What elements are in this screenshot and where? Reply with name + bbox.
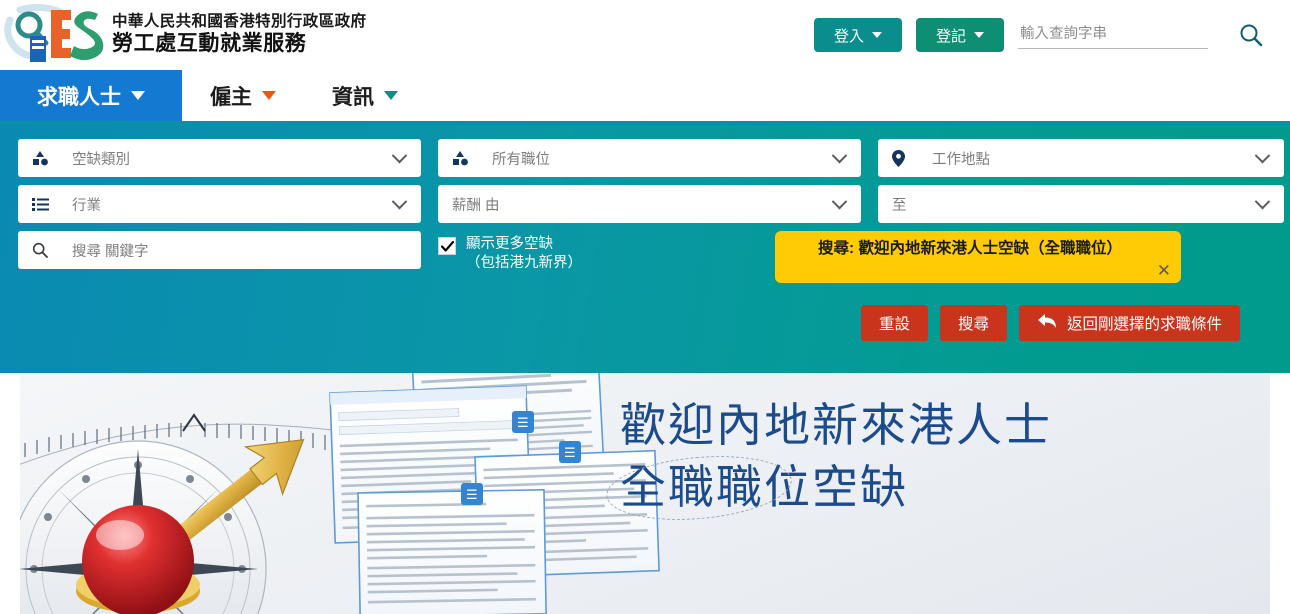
nav-item-information[interactable]: 資訊 bbox=[304, 70, 426, 121]
all-positions-value: 所有職位 bbox=[492, 151, 550, 168]
svg-text:☰: ☰ bbox=[517, 416, 529, 431]
nav-item-label: 資訊 bbox=[332, 85, 374, 109]
chevron-down-icon bbox=[1254, 147, 1271, 163]
arrow-back-icon bbox=[1037, 313, 1057, 334]
shapes-icon bbox=[32, 150, 58, 166]
more-vacancies-checkbox-wrap[interactable]: 顯示更多空缺 （包括港九新界） bbox=[438, 231, 758, 273]
all-positions-select[interactable]: 所有職位 bbox=[438, 139, 861, 177]
search-actions: 重設 搜尋 返回剛選擇的求職條件 bbox=[18, 305, 1262, 341]
chevron-down-icon bbox=[974, 32, 984, 38]
salary-to-select[interactable]: 至 bbox=[878, 185, 1284, 223]
chevron-down-icon bbox=[872, 32, 882, 38]
salary-from-value: 薪酬 由 bbox=[452, 197, 500, 214]
nav-item-jobseekers[interactable]: 求職人士 bbox=[0, 70, 182, 121]
list-icon bbox=[32, 197, 58, 211]
search-label: 搜尋 bbox=[957, 316, 989, 333]
promo-banner[interactable]: ☰ ☰ ☰ 歡迎內地新來港人士 全職職位空缺 bbox=[0, 373, 1290, 614]
banner-headline: 歡迎內地新來港人士 全職職位空缺 bbox=[603, 395, 1052, 527]
more-vacancies-label: 顯示更多空缺 bbox=[466, 236, 553, 252]
chevron-down-icon bbox=[391, 147, 408, 163]
site-header: 中華人民共和國香港特別行政區政府 勞工處互動就業服務 登入 登記 bbox=[0, 0, 1290, 70]
search-icon bbox=[32, 242, 58, 258]
svg-text:☰: ☰ bbox=[466, 488, 478, 503]
more-vacancies-labels: 顯示更多空缺 （包括港九新界） bbox=[466, 235, 582, 273]
reset-button[interactable]: 重設 bbox=[860, 305, 928, 341]
active-filter-tag[interactable]: 搜尋: 歡迎內地新來港人士空缺（全職職位） ✕ bbox=[775, 231, 1181, 283]
active-filter-tag-wrap: 搜尋: 歡迎內地新來港人士空缺（全職職位） ✕ bbox=[775, 231, 1262, 283]
work-location-value: 工作地點 bbox=[932, 151, 990, 168]
search-button[interactable]: 搜尋 bbox=[939, 305, 1007, 341]
page-root: 中華人民共和國香港特別行政區政府 勞工處互動就業服務 登入 登記 輸入查詢字串 … bbox=[0, 0, 1290, 614]
chevron-down-icon bbox=[391, 193, 408, 209]
salary-to-value: 至 bbox=[892, 197, 907, 214]
search-fields-grid: 空缺類別 所有職位 工作地點 行業 薪酬 由 至 bbox=[18, 139, 1284, 223]
close-icon[interactable]: ✕ bbox=[1157, 262, 1171, 279]
nav-item-employers[interactable]: 僱主 bbox=[182, 70, 304, 121]
register-label: 登記 bbox=[935, 27, 966, 45]
search-icon[interactable] bbox=[1236, 20, 1266, 50]
industry-value: 行業 bbox=[72, 197, 101, 214]
active-filter-tag-text: 搜尋: 歡迎內地新來港人士空缺（全職職位） bbox=[818, 240, 1122, 257]
chevron-down-icon bbox=[1254, 193, 1271, 209]
job-category-select[interactable]: 空缺類別 bbox=[18, 139, 421, 177]
location-pin-icon bbox=[892, 149, 918, 167]
back-to-criteria-button[interactable]: 返回剛選擇的求職條件 bbox=[1018, 305, 1240, 341]
shapes-icon bbox=[452, 150, 478, 166]
salary-from-select[interactable]: 薪酬 由 bbox=[438, 185, 861, 223]
keyword-placeholder: 搜尋 關鍵字 bbox=[72, 243, 149, 260]
back-label: 返回剛選擇的求職條件 bbox=[1066, 316, 1222, 333]
org-name-line1: 中華人民共和國香港特別行政區政府 bbox=[112, 13, 367, 31]
chevron-down-icon bbox=[831, 193, 848, 209]
nav-item-label: 僱主 bbox=[210, 85, 252, 109]
more-vacancies-checkbox[interactable] bbox=[438, 237, 456, 255]
header-search bbox=[1018, 21, 1208, 49]
brand[interactable]: 中華人民共和國香港特別行政區政府 勞工處互動就業服務 bbox=[0, 0, 366, 70]
reset-label: 重設 bbox=[878, 316, 910, 333]
more-vacancies-sublabel: （包括港九新界） bbox=[466, 255, 582, 272]
keyword-search-field[interactable]: 搜尋 關鍵字 bbox=[18, 231, 421, 269]
chevron-down-icon bbox=[831, 147, 848, 163]
org-name-line2: 勞工處互動就業服務 bbox=[112, 32, 307, 56]
chevron-down-icon bbox=[262, 91, 276, 100]
job-search-panel: 空缺類別 所有職位 工作地點 行業 薪酬 由 至 搜尋 關鍵字 顯示更多空缺 （… bbox=[0, 125, 1290, 373]
work-location-select[interactable]: 工作地點 bbox=[878, 139, 1284, 177]
login-button[interactable]: 登入 bbox=[814, 18, 902, 52]
login-label: 登入 bbox=[833, 27, 864, 45]
job-category-value: 空缺類別 bbox=[72, 151, 130, 168]
search-row-3: 搜尋 關鍵字 顯示更多空缺 （包括港九新界） 搜尋: 歡迎內地新來港人士空缺（全… bbox=[18, 231, 1262, 283]
ies-logo-icon[interactable] bbox=[2, 4, 106, 66]
brand-text: 中華人民共和國香港特別行政區政府 勞工處互動就業服務 bbox=[112, 14, 366, 55]
header-search-input[interactable] bbox=[1018, 21, 1208, 49]
promo-banner-image: ☰ ☰ ☰ 歡迎內地新來港人士 全職職位空缺 bbox=[20, 373, 1270, 614]
chevron-down-icon bbox=[131, 91, 145, 100]
nav-item-label: 求職人士 bbox=[37, 85, 121, 109]
industry-select[interactable]: 行業 bbox=[18, 185, 421, 223]
banner-headline-line2: 全職職位空缺 bbox=[620, 460, 908, 513]
header-actions: 登入 登記 bbox=[814, 18, 1266, 52]
register-button[interactable]: 登記 bbox=[916, 18, 1004, 52]
banner-headline-line1: 歡迎內地新來港人士 bbox=[620, 399, 1052, 451]
svg-text:☰: ☰ bbox=[564, 446, 576, 461]
chevron-down-icon bbox=[384, 91, 398, 100]
main-nav: 求職人士 僱主 資訊 bbox=[0, 70, 1290, 125]
